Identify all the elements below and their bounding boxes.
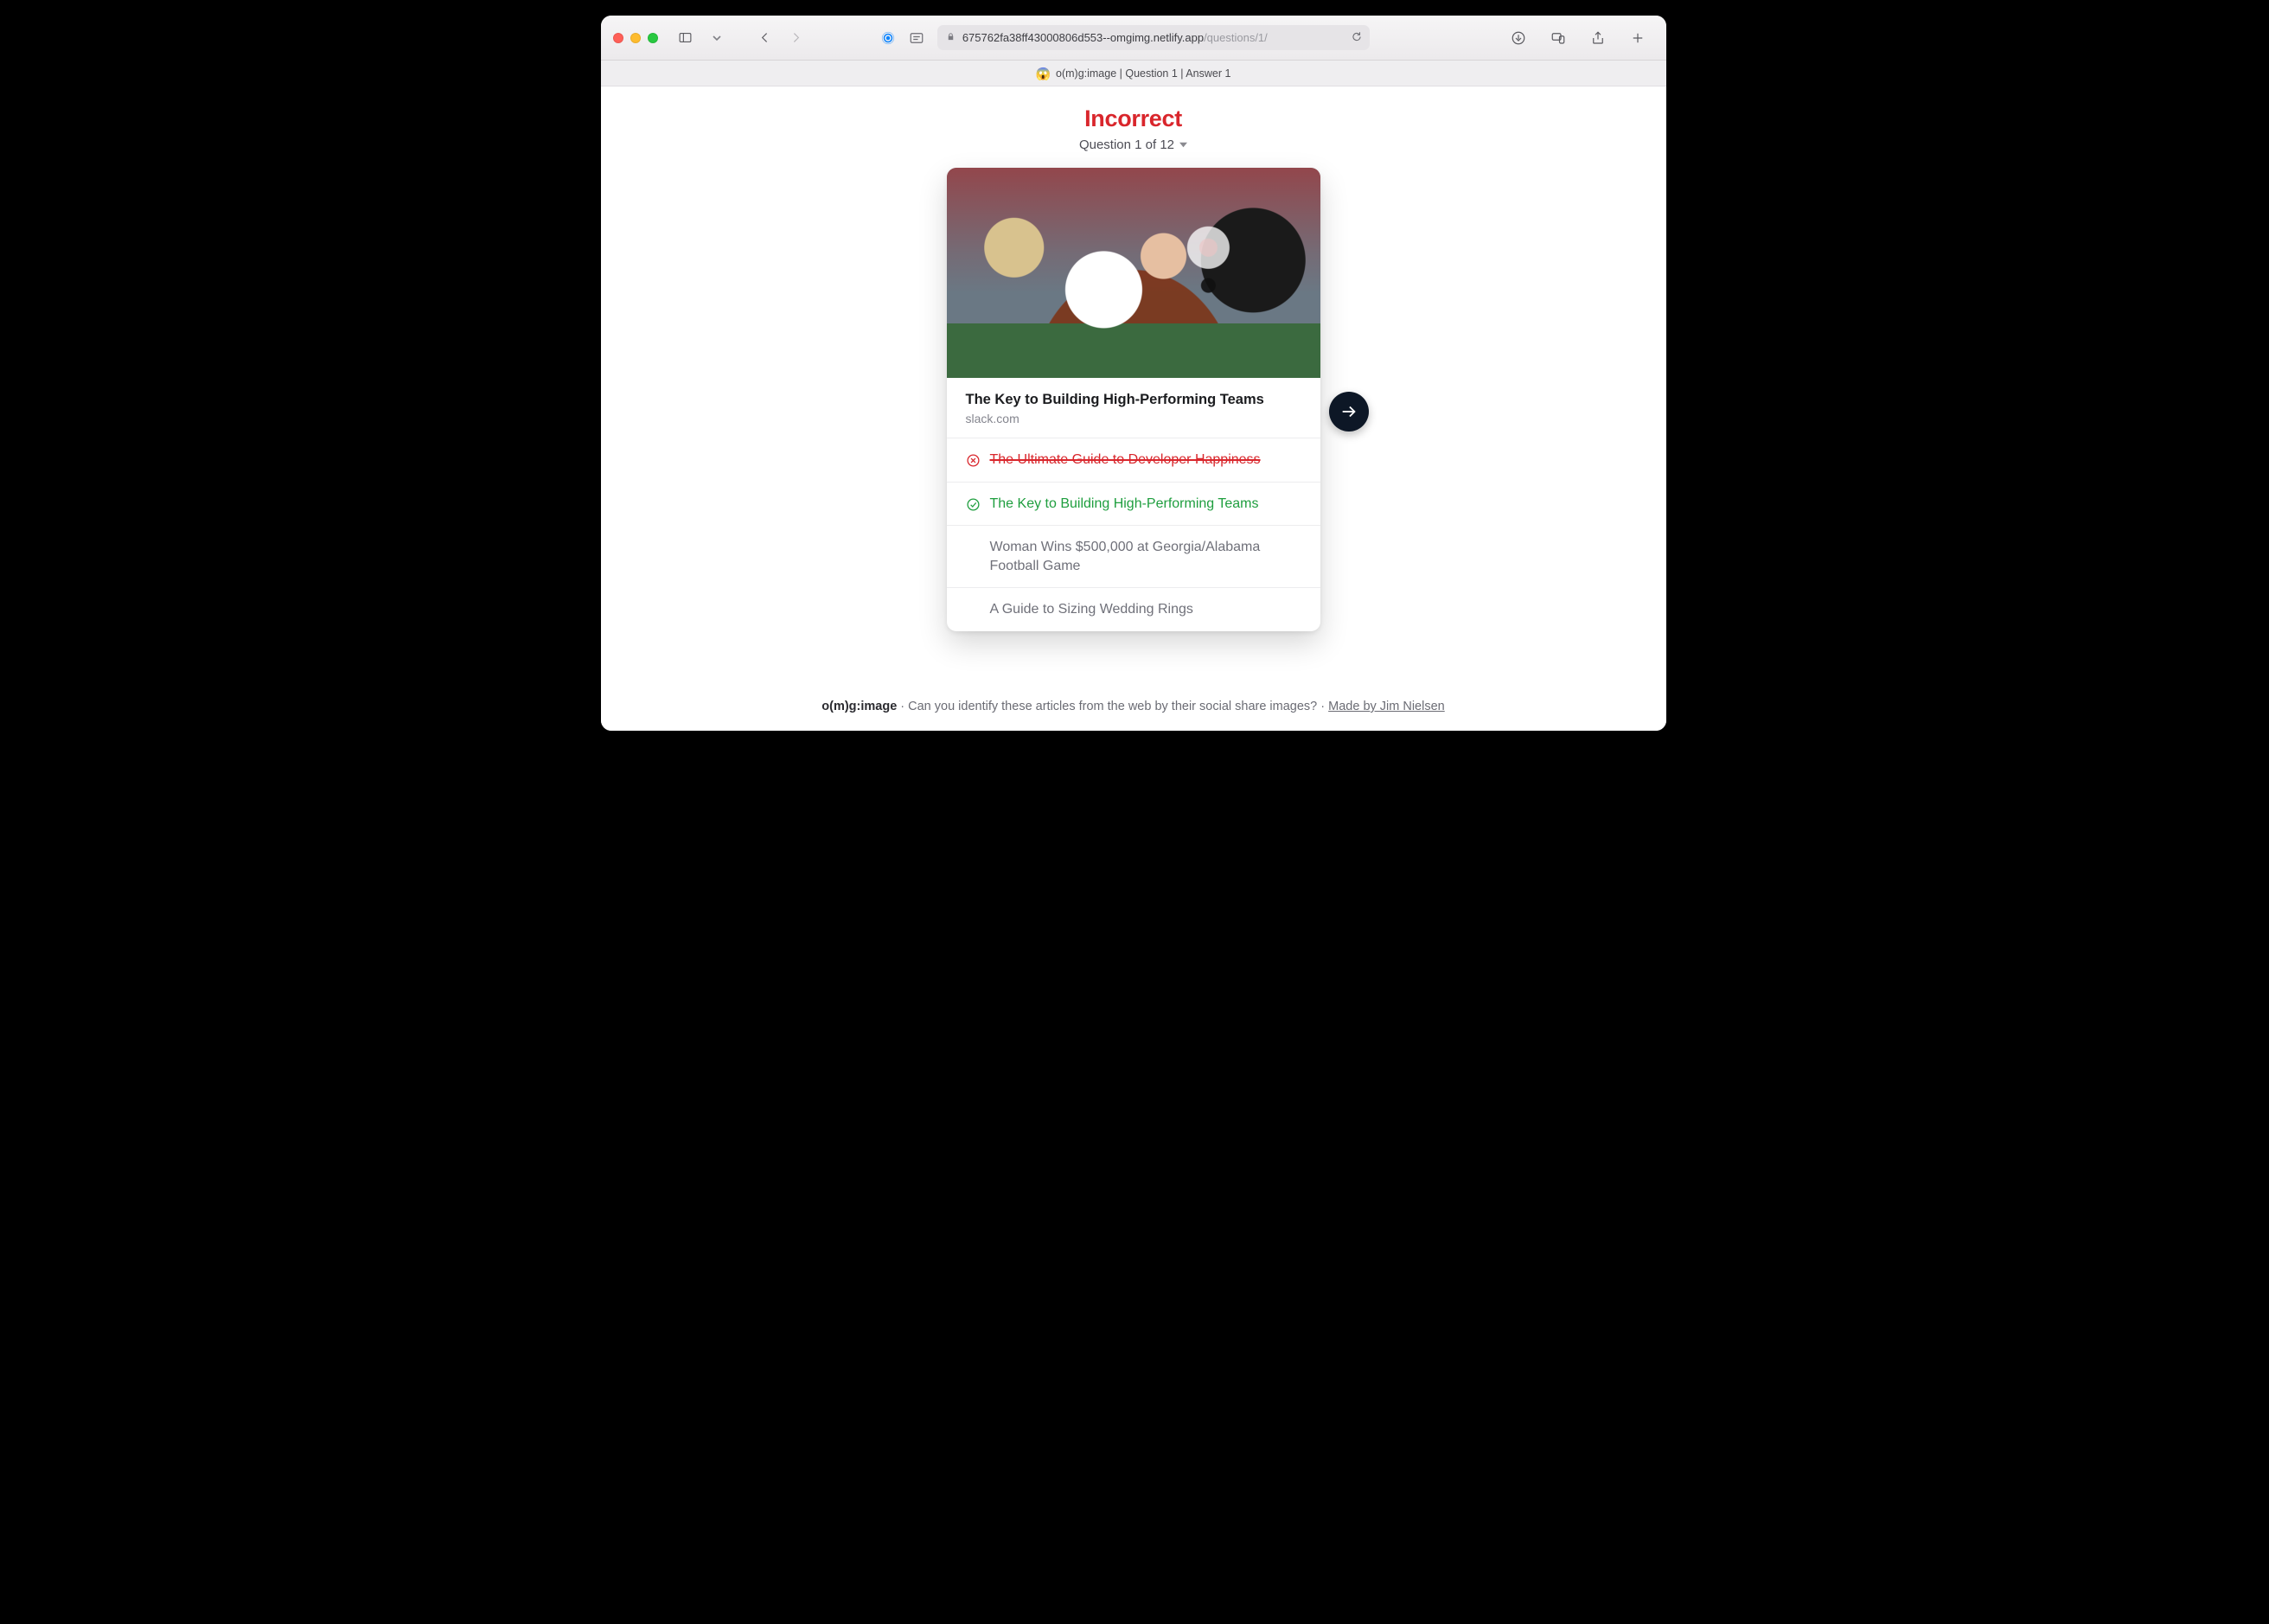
answer-option-wrong[interactable]: The Ultimate Guide to Developer Happines… <box>947 438 1320 483</box>
answer-option[interactable]: Woman Wins $500,000 at Georgia/Alabama F… <box>947 526 1320 588</box>
window-controls <box>613 33 658 43</box>
tab-title: o(m)g:image | Question 1 | Answer 1 <box>1056 67 1230 80</box>
reader-aa-button[interactable] <box>904 26 929 50</box>
result-heading: Incorrect <box>1084 105 1182 132</box>
article-domain: slack.com <box>966 412 1301 425</box>
answers-list: The Ultimate Guide to Developer Happines… <box>947 438 1320 631</box>
tab-title-bar: 😱 o(m)g:image | Question 1 | Answer 1 <box>601 61 1666 86</box>
reload-button[interactable] <box>1351 30 1363 45</box>
question-card: The Key to Building High-Performing Team… <box>947 168 1320 631</box>
page-viewport: Incorrect Question 1 of 12 The Key to Bu… <box>601 86 1666 731</box>
footer-credit-link[interactable]: Made by Jim Nielsen <box>1328 700 1445 713</box>
back-button[interactable] <box>753 26 777 50</box>
article-image <box>947 168 1320 378</box>
new-tab-button[interactable] <box>1626 26 1650 50</box>
address-bar[interactable]: 675762fa38ff43000806d553--omgimg.netlify… <box>937 25 1370 50</box>
window-minimize-button[interactable] <box>630 33 641 43</box>
website-settings-icon[interactable] <box>880 30 896 46</box>
arrow-right-icon <box>1339 402 1358 421</box>
address-url: 675762fa38ff43000806d553--omgimg.netlify… <box>962 31 1268 44</box>
check-circle-icon <box>966 497 981 512</box>
footer-brand: o(m)g:image <box>821 700 897 713</box>
window-close-button[interactable] <box>613 33 623 43</box>
article-title: The Key to Building High-Performing Team… <box>966 392 1301 408</box>
downloads-button[interactable] <box>1506 26 1531 50</box>
browser-toolbar: 675762fa38ff43000806d553--omgimg.netlify… <box>601 16 1666 61</box>
answer-option[interactable]: A Guide to Sizing Wedding Rings <box>947 588 1320 631</box>
x-circle-icon <box>966 453 981 468</box>
responsive-design-button[interactable] <box>1546 26 1570 50</box>
forward-button[interactable] <box>784 26 809 50</box>
chevron-down-icon <box>1179 141 1187 149</box>
footer-tagline: · Can you identify these articles from t… <box>897 700 1328 713</box>
answer-option-correct[interactable]: The Key to Building High-Performing Team… <box>947 483 1320 527</box>
window-zoom-button[interactable] <box>648 33 658 43</box>
question-counter-dropdown[interactable]: Question 1 of 12 <box>1079 137 1187 152</box>
tab-favicon: 😱 <box>1036 67 1051 80</box>
article-meta: The Key to Building High-Performing Team… <box>947 378 1320 438</box>
sidebar-toggle-button[interactable] <box>674 26 698 50</box>
page-footer: o(m)g:image · Can you identify these art… <box>601 700 1666 713</box>
share-button[interactable] <box>1586 26 1610 50</box>
browser-window: 675762fa38ff43000806d553--omgimg.netlify… <box>601 16 1666 731</box>
lock-icon <box>946 31 956 44</box>
next-question-button[interactable] <box>1329 392 1369 432</box>
tab-group-menu[interactable] <box>705 26 729 50</box>
